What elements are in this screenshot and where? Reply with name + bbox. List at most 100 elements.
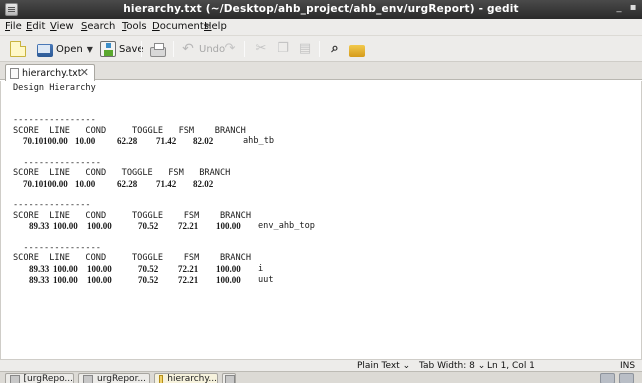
editor-text-line: --------------- xyxy=(13,242,101,253)
task-label: hierarchy... xyxy=(167,374,217,383)
task-label: [urgRepo... xyxy=(23,374,74,383)
find-button[interactable]: ⌕ xyxy=(327,40,346,58)
menu-documents[interactable]: Documents xyxy=(152,21,209,32)
save-icon xyxy=(100,41,116,57)
save-button-label: Save xyxy=(119,43,144,55)
coverage-value-fsm: 71.42 xyxy=(156,178,177,189)
editor-text-line: SCORE LINE COND TOGGLE FSM BRANCH xyxy=(13,168,231,179)
hierarchy-instance-name: uut xyxy=(258,274,274,285)
binoculars-icon: ⌕ xyxy=(331,41,339,56)
menu-help[interactable]: Help xyxy=(204,21,227,32)
taskbar-item-terminal[interactable]: [urgRepo... xyxy=(5,373,74,383)
hierarchy-instance-name: env_ahb_top xyxy=(258,221,315,232)
coverage-value-score: 89.33 xyxy=(29,264,50,275)
toolbar-separator xyxy=(244,41,245,57)
coverage-value-toggle: 62.28 xyxy=(117,136,138,147)
editor-text-line: ---------------- xyxy=(13,114,96,125)
coverage-value-cond: 10.00 xyxy=(75,136,96,147)
terminal-icon xyxy=(10,375,20,383)
language-label: Plain Text xyxy=(357,361,400,371)
coverage-value-branch: 100.00 xyxy=(216,221,241,232)
coverage-value-score: 70.10 xyxy=(23,178,44,189)
undo-button[interactable]: ↶ Undo xyxy=(180,40,225,58)
chevron-down-icon[interactable]: ▼ xyxy=(87,45,93,54)
hierarchy-instance-name: i xyxy=(258,264,264,275)
hierarchy-instance-name: ahb_tb xyxy=(243,136,275,147)
toolbar-separator xyxy=(141,41,142,57)
menu-bar: File Edit View Search Tools Documents He… xyxy=(0,19,642,36)
undo-icon: ↶ xyxy=(182,41,194,57)
taskbar-item-file-browser[interactable]: urgRepor... xyxy=(78,373,150,383)
editor-text-line: SCORE LINE COND TOGGLE FSM BRANCH xyxy=(13,125,246,136)
coverage-value-branch: 100.00 xyxy=(216,274,241,285)
menu-file[interactable]: File xyxy=(5,21,22,32)
toolbar-separator xyxy=(319,41,320,57)
new-document-button[interactable] xyxy=(10,40,29,58)
status-bar: Plain Text ⌄ Tab Width: 8 ⌄ Ln 1, Col 1 … xyxy=(0,359,642,371)
cut-button[interactable]: ✂ xyxy=(253,40,272,58)
coverage-value-toggle: 70.52 xyxy=(138,221,159,232)
editor-text-line: Design Hierarchy xyxy=(13,83,96,93)
close-tab-icon[interactable]: ✕ xyxy=(80,66,89,79)
coverage-value-line: 100.00 xyxy=(53,274,78,285)
coverage-value-branch: 100.00 xyxy=(216,264,241,275)
coverage-value-branch: 82.02 xyxy=(193,136,214,147)
save-button[interactable]: Save xyxy=(100,40,144,58)
gedit-icon xyxy=(159,375,164,383)
coverage-value-score: 89.33 xyxy=(29,274,50,285)
print-button[interactable] xyxy=(150,40,169,58)
editor-text-line: SCORE LINE COND TOGGLE FSM BRANCH xyxy=(13,253,251,264)
coverage-value-score: 89.33 xyxy=(29,221,50,232)
text-editor[interactable]: Design Hierarchy ---------------- SCORE LI… xyxy=(0,81,642,359)
help-icon[interactable] xyxy=(600,373,615,383)
redo-button[interactable]: ↷ xyxy=(222,40,241,58)
coverage-value-line: 100.00 xyxy=(43,178,68,189)
taskbar-item-extra[interactable] xyxy=(222,373,236,383)
coverage-value-cond: 10.00 xyxy=(75,178,96,189)
minimize-button[interactable]: _ xyxy=(612,1,626,15)
redo-icon: ↷ xyxy=(224,41,236,56)
taskbar-item-gedit[interactable]: hierarchy... xyxy=(154,373,218,383)
workspace-icon[interactable] xyxy=(619,373,634,383)
menu-tools[interactable]: Tools xyxy=(122,21,147,32)
scissors-icon: ✂ xyxy=(255,41,267,56)
text-document-icon xyxy=(10,67,19,79)
find-replace-icon xyxy=(349,45,365,57)
document-tab-strip: hierarchy.txt ✕ xyxy=(0,62,642,81)
copy-button[interactable]: ❐ xyxy=(275,40,294,58)
menu-edit[interactable]: Edit xyxy=(26,21,45,32)
menu-view[interactable]: View xyxy=(50,21,74,32)
tab-label: hierarchy.txt xyxy=(22,67,82,79)
editor-text-line: --------------- xyxy=(13,200,91,211)
coverage-value-toggle: 70.52 xyxy=(138,264,159,275)
coverage-value-fsm: 72.21 xyxy=(178,264,199,275)
folder-icon xyxy=(83,375,93,383)
editor-text-line: SCORE LINE COND TOGGLE FSM BRANCH xyxy=(13,210,251,221)
coverage-value-toggle: 62.28 xyxy=(117,178,138,189)
coverage-value-cond: 100.00 xyxy=(87,221,112,232)
coverage-value-fsm: 72.21 xyxy=(178,221,199,232)
editor-text-line: --------------- xyxy=(13,157,101,168)
taskbar: [urgRepo... urgRepor... hierarchy... xyxy=(0,371,642,383)
replace-button[interactable] xyxy=(349,40,368,58)
tab-hierarchy-txt[interactable]: hierarchy.txt ✕ xyxy=(5,64,95,81)
open-button[interactable]: Open ▼ xyxy=(37,40,93,58)
window-title: hierarchy.txt (~/Desktop/ahb_project/ahb… xyxy=(123,3,519,15)
system-tray xyxy=(600,373,636,383)
paste-icon: ▤ xyxy=(298,41,312,56)
close-window-button[interactable]: ▪ xyxy=(626,1,640,15)
printer-icon xyxy=(150,43,166,57)
window-icon xyxy=(225,375,235,383)
coverage-value-cond: 100.00 xyxy=(87,274,112,285)
open-folder-icon xyxy=(37,43,53,57)
menu-search[interactable]: Search xyxy=(81,21,115,32)
coverage-value-cond: 100.00 xyxy=(87,264,112,275)
chevron-down-icon: ⌄ xyxy=(402,361,411,371)
paste-button[interactable]: ▤ xyxy=(297,40,316,58)
coverage-value-line: 100.00 xyxy=(53,264,78,275)
coverage-value-line: 100.00 xyxy=(43,136,68,147)
open-button-label: Open xyxy=(56,43,83,55)
coverage-value-toggle: 70.52 xyxy=(138,274,159,285)
coverage-value-line: 100.00 xyxy=(53,221,78,232)
task-label: urgRepor... xyxy=(97,374,147,383)
